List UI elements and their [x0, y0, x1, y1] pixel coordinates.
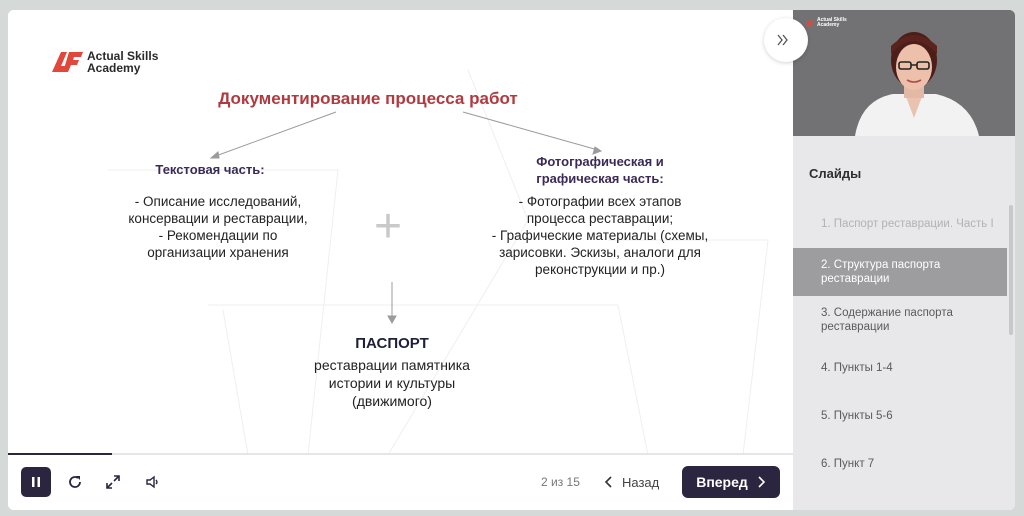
slide-list-item-label: 2. Структура паспорта реставрации — [821, 259, 941, 285]
player-controls: 2 из 15 Назад Вперед — [8, 455, 793, 510]
chevron-right-icon — [758, 476, 765, 488]
volume-button[interactable] — [138, 467, 168, 497]
presenter-video[interactable]: Actual Skills Academy — [793, 10, 1015, 136]
passport-body: реставрации памятника истории и культуры… — [276, 356, 508, 410]
photo-part-title-line: графическая часть: — [536, 171, 664, 186]
text-part-line: - Рекомендации по — [158, 228, 278, 243]
back-button[interactable]: Назад — [604, 469, 659, 495]
slide-list-item[interactable]: 3. Содержание паспорта реставрации — [793, 296, 1007, 344]
passport-line: истории и культуры — [328, 375, 456, 391]
slide-list-item[interactable]: 4. Пункты 1-4 — [793, 344, 1007, 392]
slide-list-item[interactable]: 6. Пункт 7 — [793, 440, 1007, 488]
slide-list-item-label: 5. Пункты 5-6 — [821, 410, 893, 422]
fullscreen-button[interactable] — [98, 467, 128, 497]
passport-line: реставрации памятника — [314, 357, 470, 373]
text-part-line: - Описание исследований, — [134, 194, 302, 209]
slides-heading: Слайды — [809, 166, 862, 181]
pause-icon — [32, 477, 40, 487]
photo-part-title: Фотографическая и графическая часть: — [500, 153, 700, 187]
photo-part-line: процесса реставрации; — [526, 211, 674, 226]
photo-part-body: - Фотографии всех этапов процесса рестав… — [474, 193, 726, 278]
slide-list-item[interactable]: 5. Пункты 5-6 — [793, 392, 1007, 440]
plus-sign: + — [374, 200, 403, 253]
sidebar-scrollbar[interactable] — [1009, 205, 1013, 335]
photo-part-title-line: Фотографическая и — [536, 154, 664, 169]
photo-part-line: реконструкции и пр.) — [535, 262, 665, 277]
presenter-image — [793, 10, 1015, 136]
video-brand-line2: Academy — [817, 22, 840, 28]
collapse-sidebar-icon — [777, 34, 788, 46]
slide-list-item-label: 4. Пункты 1-4 — [821, 362, 893, 374]
next-button[interactable]: Вперед — [682, 466, 780, 498]
player: Actual Skills Academy Документирование п… — [8, 10, 1015, 510]
back-label: Назад — [622, 474, 660, 490]
video-brand-logo-icon — [805, 20, 815, 26]
sidebar: Actual Skills Academy Слайды 1. Паспорт … — [793, 10, 1015, 510]
text-part-title: Текстовая часть: — [155, 162, 265, 177]
video-brand-logo: Actual Skills Academy — [805, 18, 847, 28]
replay-icon — [69, 476, 81, 488]
volume-icon — [146, 475, 158, 489]
chevron-left-icon — [604, 476, 612, 488]
fullscreen-icon — [106, 475, 120, 489]
text-part-line: организации хранения — [147, 245, 289, 260]
next-label: Вперед — [696, 474, 748, 490]
slide-list-item-active[interactable]: 2. Структура паспорта реставрации — [793, 248, 1007, 296]
slide-list-item-label: 3. Содержание паспорта реставрации — [821, 307, 953, 333]
photo-part-line: зарисовки. Эскизы, аналоги для — [499, 245, 701, 260]
photo-part-line: - Фотографии всех этапов — [518, 194, 682, 209]
collapse-sidebar-button[interactable] — [764, 18, 808, 62]
pause-button[interactable] — [21, 467, 51, 497]
passport-title: ПАСПОРТ — [355, 335, 429, 352]
slide-canvas: Actual Skills Academy Документирование п… — [8, 10, 793, 455]
text-part-line: консервации и реставрации, — [128, 211, 308, 226]
slide-list: 1. Паспорт реставрации. Часть I 2. Струк… — [793, 200, 1007, 488]
photo-part-line: - Графические материалы (схемы, — [491, 228, 709, 243]
text-part-body: - Описание исследований, консервации и р… — [100, 193, 336, 261]
slide-list-item[interactable]: 1. Паспорт реставрации. Часть I — [793, 200, 1007, 248]
slide-counter: 2 из 15 — [541, 475, 580, 489]
replay-button[interactable] — [60, 467, 90, 497]
slide-list-item-label: 6. Пункт 7 — [821, 458, 875, 470]
slide-list-item-label: 1. Паспорт реставрации. Часть I — [821, 218, 994, 230]
passport-line: (движимого) — [352, 393, 432, 409]
